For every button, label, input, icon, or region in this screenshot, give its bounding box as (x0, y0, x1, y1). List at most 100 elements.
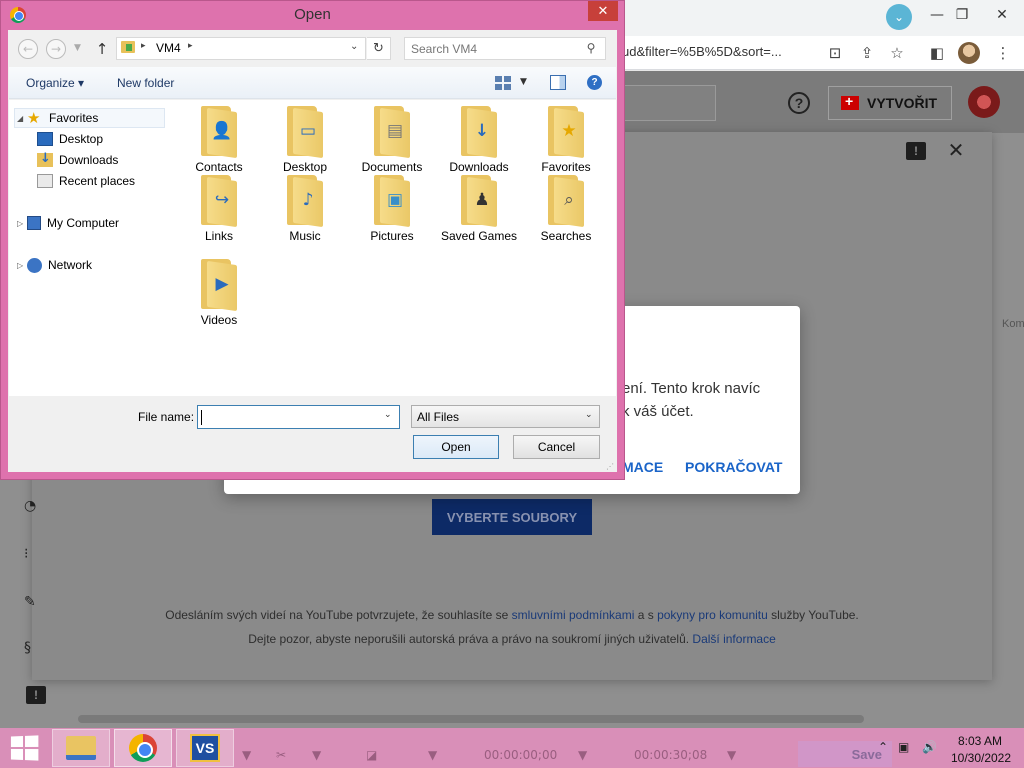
folder-icon: ⌕ (546, 175, 586, 228)
up-folder-button[interactable]: ↑ (94, 39, 110, 59)
search-icon[interactable]: ⚲ (584, 41, 598, 55)
arrow-left-icon: ← (22, 42, 34, 56)
resize-grip-icon[interactable]: ⋰ (606, 462, 614, 471)
back-button[interactable]: ← (18, 39, 38, 59)
arrow-right-icon: → (50, 42, 62, 56)
continue-button[interactable]: POKRAČOVAT (685, 459, 782, 475)
folder-icon: ♟ (459, 175, 499, 228)
nav-item-network[interactable]: ▷ Network (17, 256, 92, 274)
address-bar[interactable]: ud&filter=%5B%5D&sort=... (622, 44, 812, 62)
browser-close-button[interactable]: ✕ (985, 0, 1019, 30)
help-icon[interactable]: ? (587, 75, 602, 90)
forward-button[interactable]: → (46, 39, 66, 59)
folder-item-documents[interactable]: ▤ Documents (353, 106, 431, 174)
feedback-icon[interactable]: ! (906, 142, 926, 160)
profile-avatar[interactable] (958, 42, 980, 64)
folder-item-desktop[interactable]: ▭ Desktop (266, 106, 344, 174)
select-files-button[interactable]: VYBERTE SOUBORY (432, 499, 592, 535)
channel-avatar[interactable] (968, 86, 1000, 118)
windows-start-icon[interactable] (10, 735, 39, 761)
search-input[interactable]: Search VM4 (404, 37, 606, 60)
volume-icon[interactable]: 🔊 (922, 740, 937, 754)
chevron-down-icon[interactable]: ⌄ (384, 410, 392, 420)
cut-icon: ✂ (276, 748, 287, 762)
dialog-title: Open (294, 6, 331, 23)
nav-item-downloads[interactable]: Downloads (37, 151, 118, 169)
address-bar[interactable] (116, 37, 366, 60)
desktop-icon (37, 132, 53, 146)
folder-item-searches[interactable]: ⌕ Searches (527, 175, 605, 243)
marker-icon: ▼ (428, 748, 438, 762)
chevron-right-icon[interactable]: ▸ (188, 41, 193, 51)
folder-item-links[interactable]: ↪ Links (180, 175, 258, 243)
marker-icon: ▼ (312, 748, 322, 762)
expand-arrow-icon[interactable]: ▷ (17, 219, 27, 228)
file-name-input[interactable] (197, 405, 400, 429)
translate-icon[interactable]: ⊡ (824, 42, 846, 64)
chrome-icon (129, 734, 157, 762)
chevron-down-icon[interactable]: ⌄ (350, 41, 358, 52)
nav-item-my-computer[interactable]: ▷ My Computer (17, 214, 119, 232)
create-label: VYTVOŘIT (867, 95, 938, 111)
folder-icon: 👤 (199, 106, 239, 159)
taskbar-chrome[interactable] (114, 729, 172, 767)
more-info-button[interactable]: MACE (622, 459, 663, 475)
folder-item-music[interactable]: ♪ Music (266, 175, 344, 243)
browser-restore-button[interactable]: ❐ (945, 0, 979, 30)
clock-date[interactable]: 10/30/2022 (948, 751, 1014, 765)
share-icon[interactable]: ⇪ (856, 42, 878, 64)
network-icon[interactable]: ▣ (898, 740, 909, 754)
close-icon[interactable]: ✕ (944, 138, 968, 162)
close-button[interactable]: ✕ (588, 1, 618, 21)
file-explorer-icon (66, 736, 96, 760)
feedback-icon[interactable]: ! (26, 686, 46, 704)
open-button[interactable]: Open (413, 435, 499, 459)
folder-item-downloads[interactable]: ↓ Downloads (440, 106, 518, 174)
horizontal-scrollbar[interactable] (78, 715, 864, 723)
new-folder-button[interactable]: New folder (117, 76, 174, 90)
more-info-link[interactable]: Další informace (692, 632, 775, 646)
create-button[interactable]: VYTVOŘIT (828, 86, 952, 120)
folder-icon: ▶ (199, 259, 239, 312)
refresh-button[interactable]: ↻ (367, 37, 391, 60)
folder-item-contacts[interactable]: 👤 Contacts (180, 106, 258, 174)
cancel-button[interactable]: Cancel (513, 435, 600, 459)
clock-time[interactable]: 8:03 AM (952, 734, 1008, 748)
chevron-down-icon[interactable]: ⌄ (585, 410, 593, 420)
folder-icon: ▤ (372, 106, 412, 159)
show-hidden-icons-icon[interactable]: ⌃ (878, 740, 888, 754)
help-icon[interactable]: ? (788, 92, 810, 114)
breadcrumb-vm4[interactable]: VM4 (156, 41, 181, 55)
nav-item-desktop[interactable]: Desktop (37, 130, 103, 148)
marker-icon: ▼ (727, 748, 737, 762)
terms-of-service-link[interactable]: smluvními podmínkami (512, 608, 635, 622)
community-guidelines-link[interactable]: pokyny pro komunitu (657, 608, 768, 622)
file-type-select[interactable]: All Files (411, 405, 600, 428)
folder-item-videos[interactable]: ▶ Videos (180, 259, 258, 327)
folder-item-saved-games[interactable]: ♟ Saved Games (440, 175, 518, 243)
preview-pane-icon[interactable] (550, 75, 566, 90)
chevron-down-icon[interactable]: ▼ (520, 77, 527, 87)
folder-icon: ♪ (285, 175, 325, 228)
expand-arrow-icon[interactable]: ◢ (17, 114, 27, 123)
nav-item-favorites[interactable]: ◢ ★ Favorites (17, 109, 98, 127)
taskbar-vsdc[interactable]: VS (176, 729, 234, 767)
side-panel-icon[interactable]: ◧ (926, 42, 948, 64)
expand-arrow-icon[interactable]: ▷ (17, 261, 27, 270)
chevron-right-icon[interactable]: ▸ (141, 41, 146, 51)
bookmark-star-icon[interactable]: ☆ (886, 42, 908, 64)
nav-item-recent-places[interactable]: Recent places (37, 172, 135, 190)
tab-search-button[interactable]: ⌄ (886, 4, 912, 30)
terms-text: Odesláním svých videí na YouTube potvrzu… (165, 608, 859, 622)
change-view-icon[interactable] (495, 76, 511, 90)
dialog-text: k váš účet. (622, 403, 694, 420)
youtube-search-box[interactable] (612, 85, 716, 121)
marker-icon: ▼ (578, 748, 588, 762)
folder-item-pictures[interactable]: ▣ Pictures (353, 175, 431, 243)
taskbar-file-explorer[interactable] (52, 729, 110, 767)
network-icon (27, 257, 42, 273)
organize-button[interactable]: Organize ▾ (26, 76, 84, 90)
recent-locations-dropdown[interactable]: ▼ (74, 43, 81, 53)
folder-item-favorites[interactable]: ★ Favorites (527, 106, 605, 174)
browser-menu-icon[interactable]: ⋮ (992, 42, 1014, 64)
